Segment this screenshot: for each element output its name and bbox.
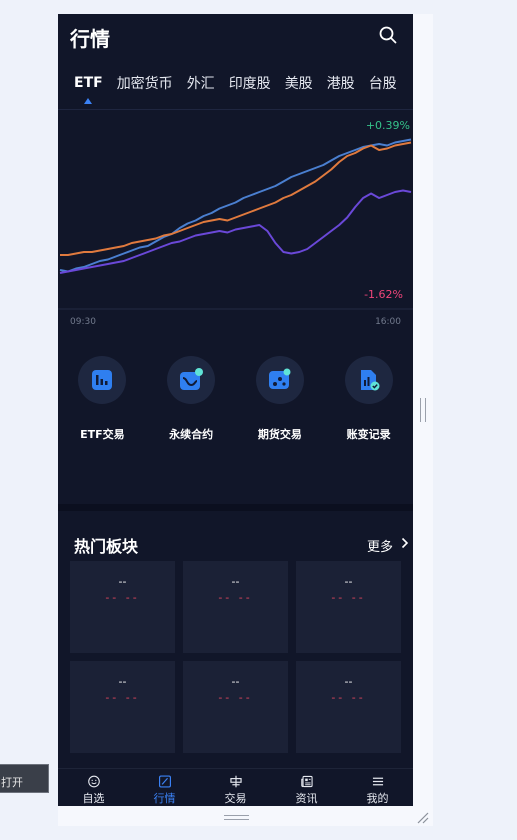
sector-name: -- <box>231 575 240 588</box>
more-button[interactable]: 更多 <box>367 536 409 555</box>
sector-change: -- -- <box>105 691 140 704</box>
nav-label: 我的 <box>366 792 389 805</box>
quick-actions: ETF交易 永续合约 期货交易 账变记录 <box>58 356 413 442</box>
tab-india-stocks[interactable]: 印度股 <box>229 73 271 93</box>
news-icon <box>300 775 313 788</box>
chart-canvas <box>58 138 413 310</box>
x-tick-start: 09:30 <box>70 317 96 327</box>
tab-etf[interactable]: ETF <box>74 75 103 104</box>
shortcut-label: ETF交易 <box>80 428 125 441</box>
chart-series-line-2 <box>60 141 412 256</box>
chart-series-line-1 <box>59 138 412 273</box>
shortcut-perpetual-contract[interactable]: 永续合约 <box>147 356 236 442</box>
nav-label: 资讯 <box>295 792 318 805</box>
market-chart-icon <box>158 775 171 788</box>
tab-label: ETF <box>74 75 103 91</box>
shortcut-account-record[interactable]: 账变记录 <box>324 356 413 442</box>
chevron-right-icon <box>401 537 409 553</box>
sector-change: -- -- <box>105 591 140 604</box>
chart-low-change: -1.62% <box>364 288 403 301</box>
market-tabs: ETF 加密货币 外汇 印度股 美股 港股 台股 <box>58 60 413 106</box>
x-tick-end: 16:00 <box>375 317 401 327</box>
page-title: 行情 <box>70 26 110 51</box>
tab-crypto[interactable]: 加密货币 <box>117 73 173 93</box>
nav-market[interactable]: 行情 <box>129 769 200 806</box>
shortcut-futures-trade[interactable]: 期货交易 <box>236 356 325 442</box>
mobile-app-frame: 行情 ETF 加密货币 外汇 印度股 美股 港股 台股 +0.39% -1.62… <box>58 14 413 806</box>
sector-card[interactable]: -- -- -- <box>296 561 401 653</box>
futures-trade-icon <box>255 356 304 404</box>
sector-card[interactable]: -- -- -- <box>70 561 175 653</box>
toast-popup: 打开 <box>0 764 49 793</box>
toast-text: 打开 <box>1 776 23 789</box>
shortcut-label: 账变记录 <box>346 428 391 441</box>
corner-resize-icon[interactable] <box>416 810 430 824</box>
sector-name: -- <box>344 575 353 588</box>
app-header: 行情 <box>58 14 413 60</box>
more-label: 更多 <box>366 539 393 555</box>
hot-sectors-title: 热门板块 <box>74 537 139 556</box>
search-icon[interactable] <box>379 26 397 48</box>
shortcut-label: 永续合约 <box>169 428 214 441</box>
section-divider <box>58 504 413 511</box>
nav-label: 交易 <box>224 792 247 805</box>
nav-trade[interactable]: 交易 <box>200 769 271 806</box>
sector-change: -- -- <box>331 691 366 704</box>
sector-card[interactable]: -- -- -- <box>296 661 401 753</box>
sector-card[interactable]: -- -- -- <box>183 661 288 753</box>
tab-us-stocks[interactable]: 美股 <box>285 73 313 93</box>
nav-watchlist[interactable]: 自选 <box>58 769 129 806</box>
sector-change: -- -- <box>331 591 366 604</box>
sector-name: -- <box>118 675 127 688</box>
sector-card[interactable]: -- -- -- <box>70 661 175 753</box>
market-trend-chart <box>58 109 413 349</box>
shortcut-etf-trade[interactable]: ETF交易 <box>58 356 147 442</box>
nav-news[interactable]: 资讯 <box>271 769 342 806</box>
vertical-resize-handle[interactable] <box>420 398 426 422</box>
horizontal-resize-handle[interactable] <box>224 815 249 820</box>
nav-label: 行情 <box>153 792 176 805</box>
sector-change: -- -- <box>218 591 253 604</box>
account-record-icon <box>344 356 393 404</box>
active-tab-marker <box>84 98 93 104</box>
menu-icon <box>372 777 383 786</box>
nav-profile[interactable]: 我的 <box>342 769 413 806</box>
sector-name: -- <box>231 675 240 688</box>
smiley-icon <box>87 775 100 788</box>
chart-high-change: +0.39% <box>365 119 410 132</box>
tab-hk-stocks[interactable]: 港股 <box>327 73 355 93</box>
tab-forex[interactable]: 外汇 <box>187 73 215 93</box>
nav-label: 自选 <box>82 792 105 805</box>
bottom-navigation: 自选 行情 交易 资讯 我的 <box>58 768 413 806</box>
sector-card[interactable]: -- -- -- <box>183 561 288 653</box>
perpetual-contract-icon <box>167 356 216 404</box>
sector-name: -- <box>118 575 127 588</box>
etf-trade-icon <box>78 356 127 404</box>
tab-tw-stocks[interactable]: 台股 <box>369 73 397 93</box>
trade-icon <box>229 775 242 788</box>
hot-sectors-header: 热门板块 更多 <box>74 533 409 557</box>
sector-name: -- <box>344 675 353 688</box>
sector-change: -- -- <box>218 691 253 704</box>
shortcut-label: 期货交易 <box>257 428 302 441</box>
hot-sectors-grid: -- -- -- -- -- -- -- -- -- -- -- -- -- -- -- … <box>70 561 401 753</box>
